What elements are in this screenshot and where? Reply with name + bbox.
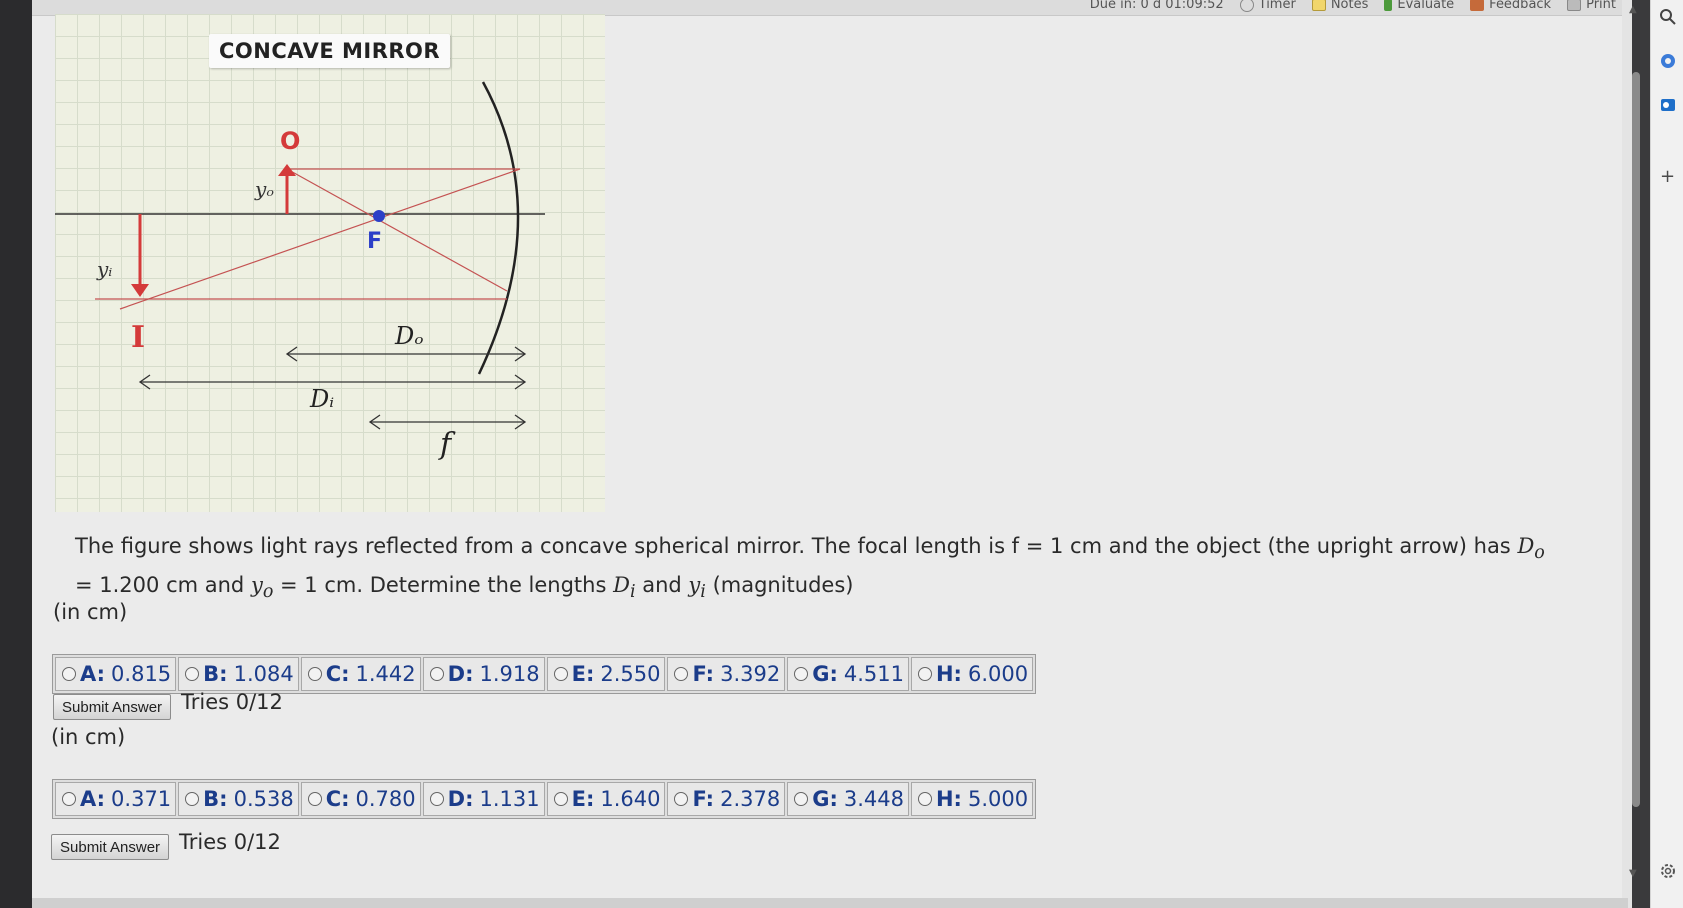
printer-icon <box>1567 0 1582 11</box>
part1-choices: A: 0.815 B: 1.084 C: 1.442 D: 1.918 E: 2.550 … <box>52 654 1037 694</box>
part2-choice-c[interactable]: C: 0.780 <box>300 782 421 816</box>
radio-button[interactable] <box>62 792 76 806</box>
radio-button[interactable] <box>794 792 809 806</box>
clock-icon <box>1239 0 1254 12</box>
feedback-icon <box>1470 0 1485 11</box>
focal-point <box>373 210 385 222</box>
radio-button[interactable] <box>429 667 444 681</box>
part1-choice-g[interactable]: G: 4.511 <box>787 657 909 691</box>
part1-choice-b[interactable]: B: 1.084 <box>178 657 299 691</box>
part1-choice-c[interactable]: C: 1.442 <box>300 657 421 691</box>
part2-choices: A: 0.371 B: 0.538 C: 0.780 D: 1.131 E: 1.640 … <box>52 779 1037 819</box>
scrollbar-thumb[interactable] <box>1632 72 1640 807</box>
part1-tries: Tries 0/12 <box>181 690 283 714</box>
yi-label: yᵢ <box>96 257 112 281</box>
search-icon[interactable] <box>1651 8 1683 31</box>
ray-diagram: O yₒ F yᵢ I Dₒ Dᵢ f <box>55 81 545 462</box>
focus-label: F <box>367 229 382 254</box>
radio-button[interactable] <box>917 667 932 681</box>
due-timer-text: Due in: 0 d 01:09:52 <box>1089 0 1224 12</box>
part2-choice-e[interactable]: E: 1.640 <box>546 782 666 816</box>
ray-reflected-1 <box>119 168 521 310</box>
part1-unit-label: (in cm) <box>53 600 128 624</box>
evaluate-button[interactable]: Evaluate <box>1384 0 1454 12</box>
outlook-icon[interactable] <box>1651 96 1683 119</box>
radio-button[interactable] <box>794 667 809 681</box>
part1-choice-a[interactable]: A: 0.815 <box>55 657 177 691</box>
scroll-up-icon[interactable]: ▲ <box>1629 4 1637 15</box>
copilot-icon[interactable] <box>1651 52 1683 75</box>
figure-title: CONCAVE MIRROR <box>209 34 451 68</box>
part2-unit-label: (in cm) <box>51 725 126 749</box>
radio-button[interactable] <box>185 792 200 806</box>
feedback-button[interactable]: Feedback <box>1470 0 1551 12</box>
radio-button[interactable] <box>307 792 322 806</box>
part2-tries: Tries 0/12 <box>179 830 281 854</box>
radio-button[interactable] <box>429 792 444 806</box>
part2-choice-a[interactable]: A: 0.371 <box>55 782 177 816</box>
part2-choice-d[interactable]: D: 1.131 <box>422 782 545 816</box>
concave-mirror-figure: O yₒ F yᵢ I Dₒ Dᵢ f CONCAVE MIRROR <box>55 14 605 512</box>
concave-mirror <box>477 81 520 375</box>
settings-icon[interactable] <box>1651 862 1683 885</box>
scrollbar-track[interactable] <box>1622 0 1632 908</box>
timer-button[interactable]: Timer <box>1239 0 1296 12</box>
di-label: Dᵢ <box>309 385 334 413</box>
radio-button[interactable] <box>674 792 689 806</box>
part2-submit-button[interactable]: Submit Answer <box>51 834 170 860</box>
ray-through-focus <box>286 168 508 292</box>
part1-choice-h[interactable]: H: 6.000 <box>910 657 1034 691</box>
notes-icon <box>1311 0 1326 11</box>
part2-choice-g[interactable]: G: 3.448 <box>787 782 909 816</box>
yo-label: yₒ <box>254 177 274 201</box>
object-label: O <box>280 127 300 155</box>
part1-choice-d[interactable]: D: 1.918 <box>422 657 545 691</box>
part1-choice-e[interactable]: E: 2.550 <box>546 657 666 691</box>
evaluate-icon <box>1384 0 1393 11</box>
question-text: The figure shows light rays reflected fr… <box>75 534 1545 603</box>
part1-choice-f[interactable]: F: 3.392 <box>667 657 786 691</box>
part2-choice-f[interactable]: F: 2.378 <box>667 782 786 816</box>
radio-button[interactable] <box>307 667 322 681</box>
object-arrowhead <box>278 164 296 176</box>
radio-button[interactable] <box>917 792 932 806</box>
radio-button[interactable] <box>185 667 200 681</box>
radio-button[interactable] <box>62 667 76 681</box>
notes-button[interactable]: Notes <box>1311 0 1368 12</box>
screen-bezel <box>0 0 32 908</box>
radio-button[interactable] <box>553 667 568 681</box>
part2-choice-b[interactable]: B: 0.538 <box>178 782 299 816</box>
scroll-down-icon[interactable]: ▼ <box>1629 868 1637 879</box>
do-label: Dₒ <box>394 322 424 350</box>
image-arrowhead <box>131 284 149 297</box>
print-button[interactable]: Print <box>1567 0 1616 12</box>
radio-button[interactable] <box>553 792 568 806</box>
f-label: f <box>438 427 456 462</box>
part1-submit-button[interactable]: Submit Answer <box>53 694 172 720</box>
bottom-edge <box>32 898 1628 908</box>
browser-side-rail: + <box>1650 0 1683 908</box>
image-label: I <box>131 320 145 355</box>
part2-choice-h[interactable]: H: 5.000 <box>910 782 1034 816</box>
add-icon[interactable]: + <box>1651 166 1683 187</box>
radio-button[interactable] <box>674 667 689 681</box>
